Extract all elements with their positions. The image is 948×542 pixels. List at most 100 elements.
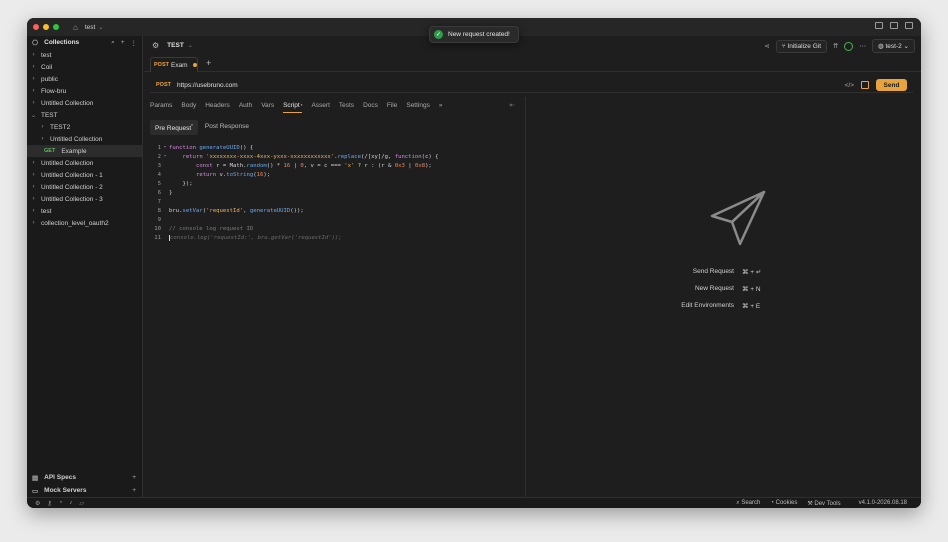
collection-settings-icon[interactable]: ⚙ [152, 41, 159, 50]
subtab-settings[interactable]: Settings [406, 97, 430, 113]
chevron-right-icon[interactable]: › [29, 196, 38, 202]
sidebar-item[interactable]: › TEST2 [27, 121, 142, 133]
url-input[interactable]: https://usebruno.com [177, 82, 238, 89]
chevron-down-icon[interactable]: ⌄ [188, 42, 193, 49]
fold-icon[interactable]: ▾ [161, 154, 169, 159]
collection-name[interactable]: TEST [167, 42, 184, 49]
sidebar-item[interactable]: › Untitled Collection [27, 133, 142, 145]
toggle-bottom-panel-icon[interactable] [890, 22, 898, 29]
collections-title: Collections [44, 39, 80, 46]
code-line[interactable]: 3 const r = Math.random() * 16 | 0, v = … [144, 161, 524, 170]
maximize-window-button[interactable] [53, 24, 59, 30]
sidebar-item[interactable]: › Coil [27, 61, 142, 73]
code-line[interactable]: 2 ▾ return 'xxxxxxxx-xxxx-4xxx-yxxx-xxxxx… [144, 152, 524, 161]
new-tab-button[interactable]: + [206, 56, 211, 71]
sidebar-item[interactable]: › Flow-bru [27, 85, 142, 97]
key-icon[interactable]: ⚷ [47, 500, 51, 507]
send-button[interactable]: Send [876, 79, 907, 91]
api-specs-row[interactable]: ▤ API Specs + [27, 471, 142, 484]
sidebar-item[interactable]: › Untitled Collection - 3 [27, 193, 142, 205]
chevron-right-icon[interactable]: › [38, 136, 47, 142]
dev-tools-status-button[interactable]: ⚒ Dev Tools [807, 500, 840, 507]
environment-selector[interactable]: ◍ test-2 ⌄ [871, 39, 915, 53]
more-tabs-icon[interactable]: » [439, 102, 443, 109]
post-response-tab[interactable]: Post Response [200, 120, 254, 135]
bell-icon[interactable]: ♪ [69, 500, 72, 507]
pre-request-tab[interactable]: Pre Request* [150, 120, 198, 136]
settings-icon[interactable]: ⚙ [35, 500, 40, 507]
workspace-name[interactable]: test [85, 24, 95, 31]
sidebar-item[interactable]: › public [27, 73, 142, 85]
code-line[interactable]: 4 return v.toString(16); [144, 170, 524, 179]
home-icon[interactable]: ⌂ [73, 23, 78, 32]
subtab-docs[interactable]: Docs [363, 97, 378, 113]
sidebar-item[interactable]: › test [27, 205, 142, 217]
code-line[interactable]: 5 }); [144, 179, 524, 188]
chevron-right-icon[interactable]: › [29, 220, 38, 226]
subtab-script[interactable]: Script * [283, 97, 303, 113]
subtab-auth[interactable]: Auth [239, 97, 252, 113]
chevron-right-icon[interactable]: › [29, 76, 38, 82]
search-status-button[interactable]: ⌕ Search [736, 500, 760, 507]
subtab-vars[interactable]: Vars [261, 97, 274, 113]
subtab-headers[interactable]: Headers [205, 97, 230, 113]
chevron-right-icon[interactable]: › [29, 64, 38, 70]
subtab-file[interactable]: File [387, 97, 397, 113]
close-window-button[interactable] [33, 24, 39, 30]
code-generate-icon[interactable]: </> [845, 82, 854, 89]
sidebar-item[interactable]: › Untitled Collection - 2 [27, 181, 142, 193]
unsaved-dot-icon[interactable] [193, 63, 197, 67]
code-line[interactable]: 1 ▾ function generateUUID() { [144, 143, 524, 152]
share-icon[interactable]: ⋖ [764, 42, 769, 50]
more-icon[interactable]: ⋮ [131, 39, 138, 47]
chevron-down-icon[interactable]: ⌄ [98, 24, 103, 31]
cookie-icon[interactable]: ◔ [59, 500, 63, 507]
script-editor[interactable]: 1 ▾ function generateUUID() {2 ▾ return 'xx… [144, 143, 524, 242]
sync-status-icon[interactable] [844, 41, 854, 51]
method-selector[interactable]: POST [156, 82, 171, 88]
toggle-sidebar-icon[interactable] [875, 22, 883, 29]
sidebar-item[interactable]: › test [27, 49, 142, 61]
request-tab[interactable]: POST Exam [150, 57, 198, 72]
toggle-layout-icon[interactable] [905, 22, 913, 29]
collapse-pane-icon[interactable]: ⇤ [510, 101, 515, 109]
subtab-assert[interactable]: Assert [311, 97, 329, 113]
sidebar-item[interactable]: › Untitled Collection [27, 157, 142, 169]
chevron-right-icon[interactable]: › [29, 184, 38, 190]
add-icon[interactable]: + [121, 39, 125, 47]
subtab-body[interactable]: Body [181, 97, 196, 113]
sidebar-item[interactable]: › Untitled Collection - 1 [27, 169, 142, 181]
search-icon[interactable]: ⌕ [111, 39, 115, 47]
chat-icon[interactable]: ▱ [79, 500, 84, 507]
minimize-window-button[interactable] [43, 24, 49, 30]
sidebar-item[interactable]: GET Example [27, 145, 142, 157]
chevron-right-icon[interactable]: › [29, 172, 38, 178]
sidebar-item[interactable]: ⌄ TEST [27, 109, 142, 121]
mock-servers-row[interactable]: ▭ Mock Servers + [27, 484, 142, 497]
chevron-down-icon[interactable]: ⌄ [29, 112, 38, 119]
save-icon[interactable] [861, 81, 869, 89]
code-line[interactable]: 7 [144, 197, 524, 206]
subtab-params[interactable]: Params [150, 97, 172, 113]
cookies-status-button[interactable]: ◔ Cookies [770, 500, 797, 506]
more-icon[interactable]: ⋯ [859, 42, 866, 50]
fold-icon[interactable]: ▾ [161, 145, 169, 150]
chevron-right-icon[interactable]: › [38, 124, 47, 130]
chevron-right-icon[interactable]: › [29, 100, 38, 106]
chevron-right-icon[interactable]: › [29, 208, 38, 214]
sidebar-item[interactable]: › Untitled Collection [27, 97, 142, 109]
code-line[interactable]: 11 console.log('requestId:', bru.getVar('… [144, 233, 524, 242]
code-line[interactable]: 10 // console log request ID [144, 224, 524, 233]
code-line[interactable]: 6} [144, 188, 524, 197]
subtab-tests[interactable]: Tests [339, 97, 354, 113]
code-line[interactable]: 8 bru.setVar('requestId', generateUUID())… [144, 206, 524, 215]
add-mock-server-icon[interactable]: + [132, 487, 136, 494]
chevron-right-icon[interactable]: › [29, 88, 38, 94]
sidebar-item[interactable]: › collection_level_oauth2 [27, 217, 142, 229]
add-api-spec-icon[interactable]: + [132, 474, 136, 481]
initialize-git-button[interactable]: ⑂ Initialize Git [775, 39, 828, 53]
runner-icon[interactable]: ⇈ [833, 42, 838, 50]
chevron-right-icon[interactable]: › [29, 160, 38, 166]
chevron-right-icon[interactable]: › [29, 52, 38, 58]
code-line[interactable]: 9 [144, 215, 524, 224]
